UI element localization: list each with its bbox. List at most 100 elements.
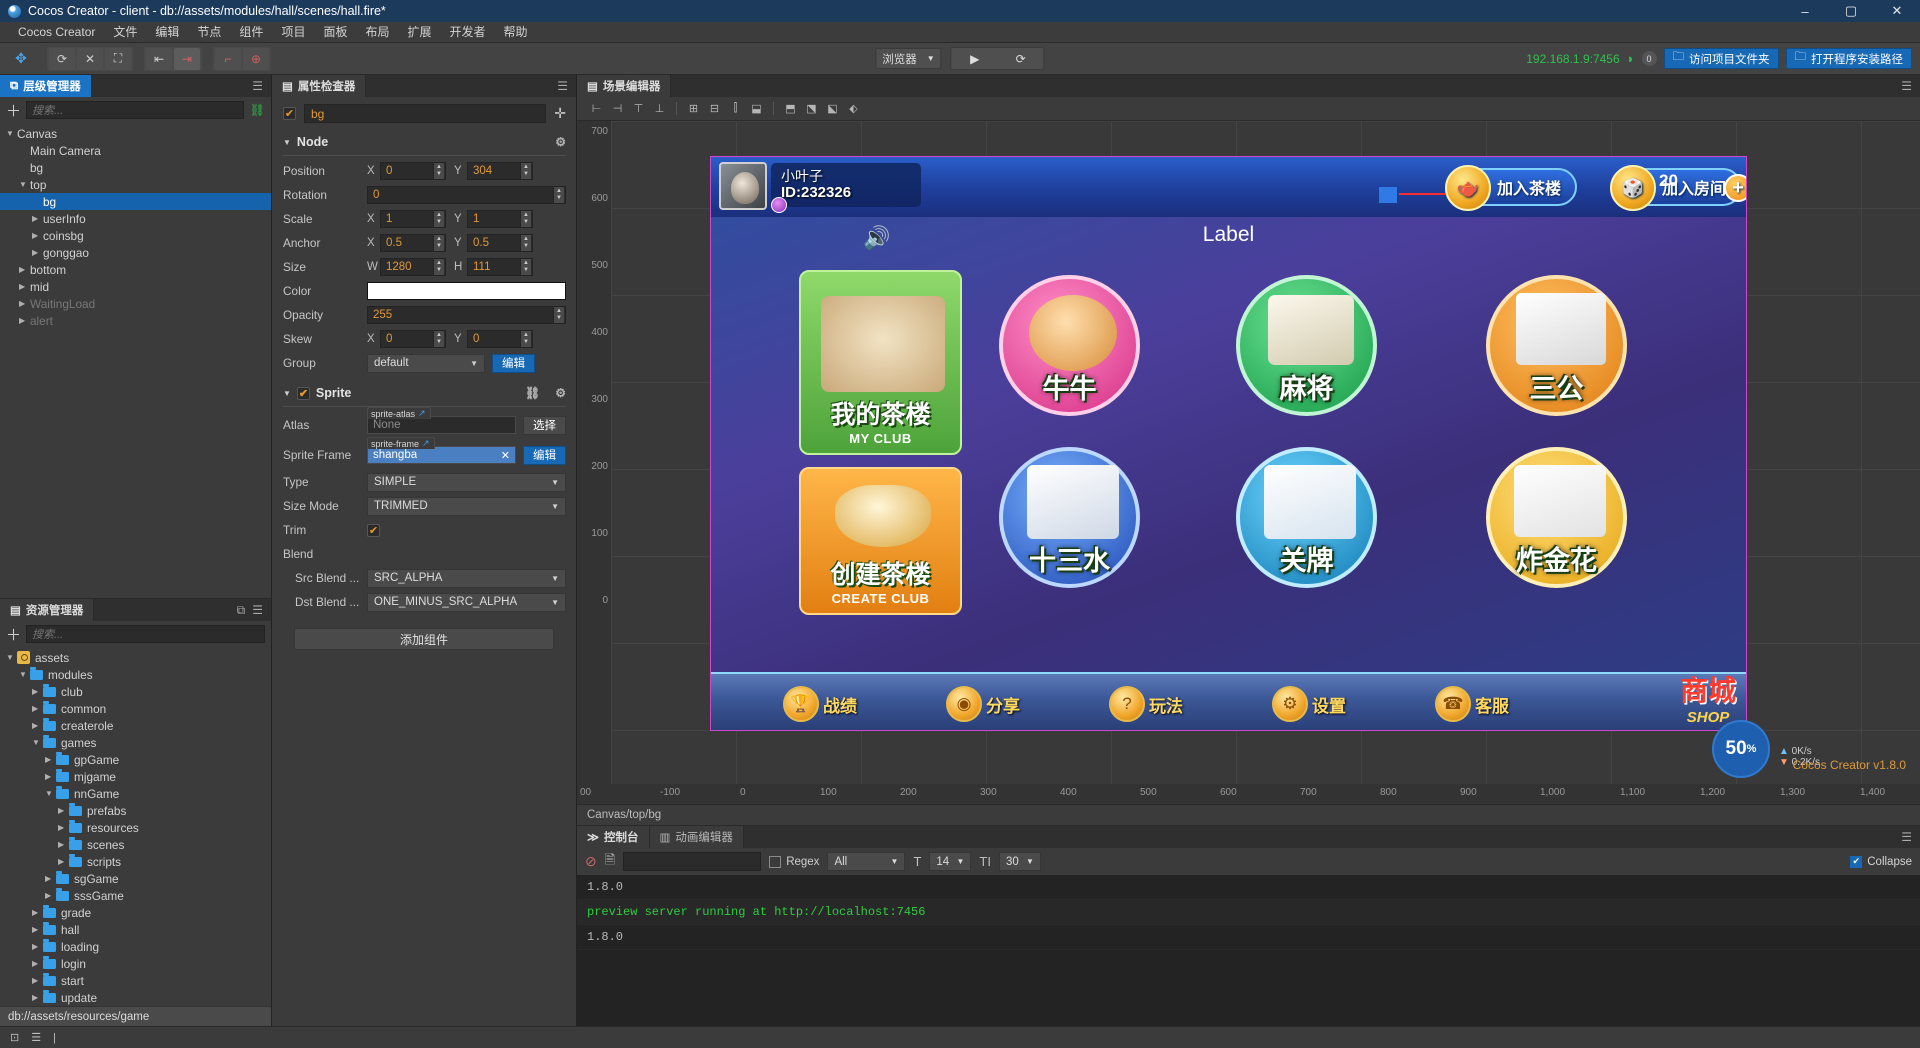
- scale-Y-input[interactable]: 1 ▲ ▼: [467, 210, 533, 228]
- align-tool-1[interactable]: ⊣: [608, 100, 627, 117]
- align-tool-8[interactable]: ⬒: [781, 100, 800, 117]
- status-icon-3[interactable]: |: [53, 1032, 56, 1044]
- assets-search-input[interactable]: 搜索...: [26, 625, 265, 644]
- expand-arrow-icon[interactable]: ▶: [32, 959, 43, 968]
- external-link-icon-atlas[interactable]: ↗: [418, 408, 426, 419]
- asset-node-update[interactable]: ▶ update: [0, 989, 271, 1006]
- type-select[interactable]: SIMPLE ▼: [367, 472, 566, 492]
- dst-blend-select[interactable]: ONE_MINUS_SRC_ALPHA ▼: [367, 592, 566, 612]
- scene-panel-menu[interactable]: ☰: [1901, 75, 1920, 97]
- expand-arrow-icon[interactable]: ▶: [32, 248, 43, 257]
- asset-node-sgGame[interactable]: ▶ sgGame: [0, 870, 271, 887]
- asset-node-resources[interactable]: ▶ resources: [0, 819, 271, 836]
- regex-toggle[interactable]: Regex: [769, 855, 819, 868]
- menu-item-2[interactable]: 编辑: [146, 22, 188, 43]
- center-tool-icon[interactable]: ⇥: [174, 47, 200, 70]
- stepper[interactable]: ▲ ▼: [520, 211, 531, 227]
- menu-item-1[interactable]: 文件: [104, 22, 146, 43]
- expand-arrow-icon[interactable]: ▶: [32, 925, 43, 934]
- color-swatch[interactable]: [367, 282, 566, 300]
- play-button[interactable]: ▶: [952, 48, 998, 69]
- expand-arrow-icon[interactable]: ▼: [19, 180, 30, 189]
- selection-handle[interactable]: [1379, 187, 1397, 203]
- shop-button[interactable]: 商城 SHOP: [1680, 669, 1736, 726]
- hierarchy-node-bottom[interactable]: ▶ bottom: [0, 261, 271, 278]
- node-section-title[interactable]: ▼ Node ⚙: [272, 131, 576, 155]
- position-X-input[interactable]: 0 ▲ ▼: [380, 162, 446, 180]
- expand-arrow-icon[interactable]: ▶: [32, 687, 43, 696]
- atlas-field[interactable]: sprite-atlas ↗ None: [367, 407, 516, 434]
- align-tool-7[interactable]: ⬓: [747, 100, 766, 117]
- expand-arrow-icon[interactable]: ▼: [6, 653, 17, 662]
- font-size-select[interactable]: 14 ▼: [929, 852, 972, 871]
- align-tool-0[interactable]: ⊢: [587, 100, 606, 117]
- hierarchy-node-Canvas[interactable]: ▼ Canvas: [0, 125, 271, 142]
- menu-item-6[interactable]: 面板: [314, 22, 356, 43]
- menu-item-10[interactable]: 帮助: [495, 22, 537, 43]
- move-tool-icon[interactable]: ✥: [8, 48, 34, 70]
- asset-node-modules[interactable]: ▼ modules: [0, 666, 271, 683]
- align-tool-6[interactable]: ⫿: [726, 100, 745, 117]
- hierarchy-node-alert[interactable]: ▶ alert: [0, 312, 271, 329]
- tab-console[interactable]: ≫ 控制台: [577, 826, 650, 848]
- hierarchy-node-mid[interactable]: ▶ mid: [0, 278, 271, 295]
- rotate-tool-icon[interactable]: ⟳: [49, 47, 75, 70]
- log-level-select[interactable]: All ▼: [827, 852, 906, 871]
- hamburger-icon-3[interactable]: ☰: [557, 79, 568, 93]
- stepper[interactable]: ▲ ▼: [433, 259, 444, 275]
- menu-item-0[interactable]: Cocos Creator: [9, 22, 104, 43]
- align-tool-11[interactable]: ⬖: [844, 100, 863, 117]
- hierarchy-node-WaitingLoad[interactable]: ▶ WaitingLoad: [0, 295, 271, 312]
- zoom-widget[interactable]: 50%: [1712, 720, 1770, 778]
- scale-tool-icon[interactable]: ✕: [77, 47, 103, 70]
- stepper[interactable]: ▲ ▼: [520, 163, 531, 179]
- clear-sprite-frame-icon[interactable]: ✕: [501, 449, 510, 462]
- align-tool-5[interactable]: ⊟: [705, 100, 724, 117]
- menu-item-3[interactable]: 节点: [188, 22, 230, 43]
- tab-hierarchy[interactable]: ⧉ 层级管理器: [0, 75, 92, 97]
- add-room-icon[interactable]: +: [1724, 174, 1746, 202]
- bottom-item-客服[interactable]: ☎ 客服: [1435, 686, 1509, 722]
- scene-view[interactable]: 使用鼠标右键平移视图焦点, 使用滚轮缩放视图 70060050040030020…: [577, 121, 1920, 804]
- stepper[interactable]: ▲ ▼: [553, 187, 564, 203]
- align-tool-10[interactable]: ⬕: [823, 100, 842, 117]
- hierarchy-node-bg[interactable]: ▶bg: [0, 159, 271, 176]
- hamburger-icon-5[interactable]: ☰: [1901, 830, 1912, 844]
- hierarchy-node-top[interactable]: ▼ top: [0, 176, 271, 193]
- sprite-frame-field[interactable]: sprite-frame ↗ shangba ✕: [367, 437, 516, 464]
- console-log-list[interactable]: 1.8.0 preview server running at http://lo…: [577, 875, 1920, 1026]
- expand-arrow-icon[interactable]: ▶: [19, 316, 30, 325]
- open-log-file-icon[interactable]: 🗎: [605, 851, 615, 873]
- join-club-button[interactable]: 🫖 加入茶楼: [1445, 165, 1578, 211]
- stepper[interactable]: ▲ ▼: [433, 211, 444, 227]
- preview-target-select[interactable]: 浏览器 ▼: [875, 48, 942, 69]
- stepper[interactable]: ▲ ▼: [520, 259, 531, 275]
- tab-inspector[interactable]: ▤ 属性检查器: [272, 75, 367, 97]
- join-room-button[interactable]: 🎲 加入房间 +: [1610, 165, 1746, 211]
- group-edit-button[interactable]: 编辑: [492, 353, 535, 373]
- size-H-input[interactable]: 111 ▲ ▼: [467, 258, 533, 276]
- node-enabled-checkbox[interactable]: ✔: [283, 107, 296, 120]
- align-tool-2[interactable]: ⊤: [629, 100, 648, 117]
- expand-arrow-icon[interactable]: ▼: [32, 738, 43, 747]
- menu-item-9[interactable]: 开发者: [441, 22, 495, 43]
- close-button[interactable]: ✕: [1874, 0, 1920, 22]
- size-W-input[interactable]: 1280 ▲ ▼: [380, 258, 446, 276]
- group-select[interactable]: default ▼: [367, 353, 485, 373]
- expand-arrow-icon[interactable]: ▶: [58, 857, 69, 866]
- hamburger-icon-2[interactable]: ☰: [252, 603, 263, 617]
- game-canvas-preview[interactable]: 小叶子 ID:232326 🫖 加入茶楼 🎲 加入房间 + 20 🔊 Label: [710, 156, 1747, 731]
- position-Y-input[interactable]: 304 ▲ ▼: [467, 162, 533, 180]
- expand-arrow-icon[interactable]: ▶: [58, 806, 69, 815]
- hierarchy-panel-menu[interactable]: ☰: [252, 75, 271, 97]
- expand-arrow-icon[interactable]: ▶: [32, 214, 43, 223]
- node-name-input[interactable]: bg: [304, 104, 547, 123]
- asset-node-mjgame[interactable]: ▶ mjgame: [0, 768, 271, 785]
- skew-x-stepper[interactable]: ▲ ▼: [433, 331, 444, 347]
- maximize-button[interactable]: ▢: [1828, 0, 1874, 22]
- tile-my-club[interactable]: 我的茶楼 MY CLUB: [799, 270, 962, 455]
- text-format-icon[interactable]: T: [913, 854, 921, 869]
- expand-arrow-icon[interactable]: ▶: [58, 823, 69, 832]
- menu-item-4[interactable]: 组件: [230, 22, 272, 43]
- expand-arrow-icon[interactable]: ▶: [45, 874, 56, 883]
